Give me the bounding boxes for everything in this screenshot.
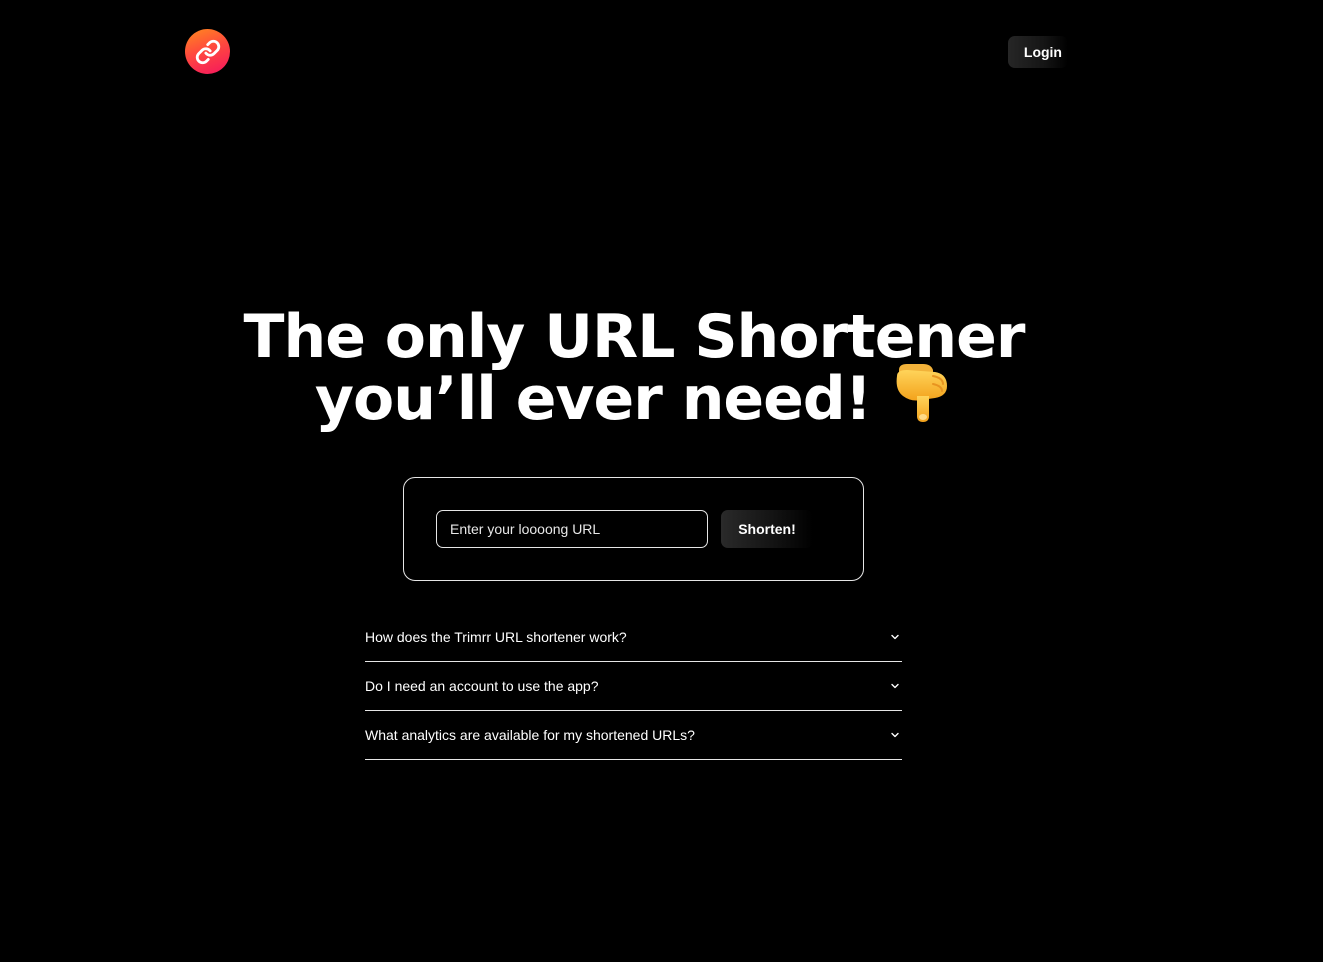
faq-item-how-it-works[interactable]: How does the Trimrr URL shortener work?	[365, 613, 902, 662]
faq-question: How does the Trimrr URL shortener work?	[365, 629, 627, 645]
chevron-down-icon	[889, 729, 901, 741]
chevron-down-icon	[889, 631, 901, 643]
faq-item-analytics[interactable]: What analytics are available for my shor…	[365, 711, 902, 760]
logo[interactable]	[185, 29, 230, 74]
hero-headline: The only URL Shortener you’ll ever need!	[0, 302, 1268, 439]
faq-accordion: How does the Trimrr URL shortener work? …	[365, 613, 902, 760]
link-icon	[195, 39, 220, 64]
faq-item-account[interactable]: Do I need an account to use the app?	[365, 662, 902, 711]
faq-question: What analytics are available for my shor…	[365, 727, 695, 743]
shorten-form: Shorten!	[403, 477, 864, 581]
hero-headline-line-2: you’ll ever need!	[0, 364, 1268, 439]
page: Login The only URL Shortener you’ll ever…	[0, 0, 1323, 962]
url-input[interactable]	[436, 510, 708, 548]
faq-question: Do I need an account to use the app?	[365, 678, 599, 694]
chevron-down-icon	[889, 680, 901, 692]
hero-headline-line-2-text: you’ll ever need!	[314, 364, 872, 435]
shorten-button[interactable]: Shorten!	[721, 510, 813, 548]
hero-headline-line-1: The only URL Shortener	[243, 302, 1026, 372]
login-button[interactable]: Login	[1008, 36, 1068, 68]
pointing-down-hand-icon	[893, 360, 953, 433]
